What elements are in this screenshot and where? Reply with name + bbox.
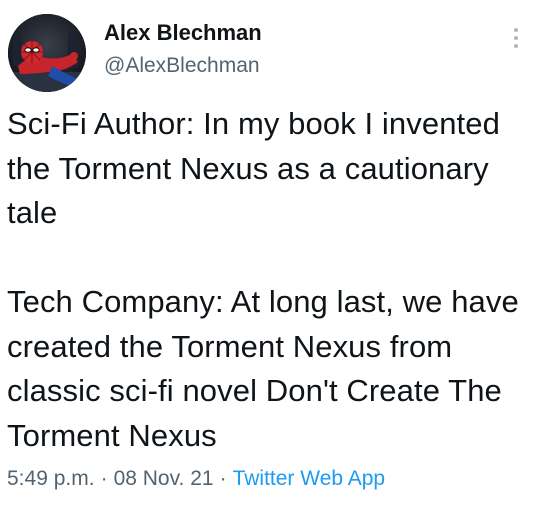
tweet-time[interactable]: 5:49 p.m. — [7, 467, 95, 490]
tweet-text: Sci-Fi Author: In my book I invented the… — [7, 102, 535, 458]
author-names: Alex Blechman @AlexBlechman — [104, 18, 262, 80]
tweet-date[interactable]: 08 Nov. 21 — [114, 467, 214, 490]
tweet-meta: 5:49 p.m. · 08 Nov. 21 · Twitter Web App — [7, 464, 385, 494]
more-vertical-icon — [514, 28, 518, 48]
tweet-paragraph: Tech Company: At long last, we have crea… — [7, 284, 519, 453]
tweet-card: Alex Blechman @AlexBlechman Sci-Fi Autho… — [0, 0, 540, 508]
meta-separator: · — [219, 467, 227, 490]
tweet-paragraph: Sci-Fi Author: In my book I invented the… — [7, 106, 500, 230]
avatar[interactable] — [8, 14, 86, 92]
tweet-source-link[interactable]: Twitter Web App — [233, 467, 386, 490]
meta-separator: · — [100, 467, 108, 490]
author-handle[interactable]: @AlexBlechman — [104, 52, 262, 80]
tweet-header: Alex Blechman @AlexBlechman — [8, 10, 532, 92]
more-options-button[interactable] — [506, 24, 526, 52]
spiderman-avatar-icon — [8, 14, 86, 92]
author-display-name[interactable]: Alex Blechman — [104, 18, 262, 48]
